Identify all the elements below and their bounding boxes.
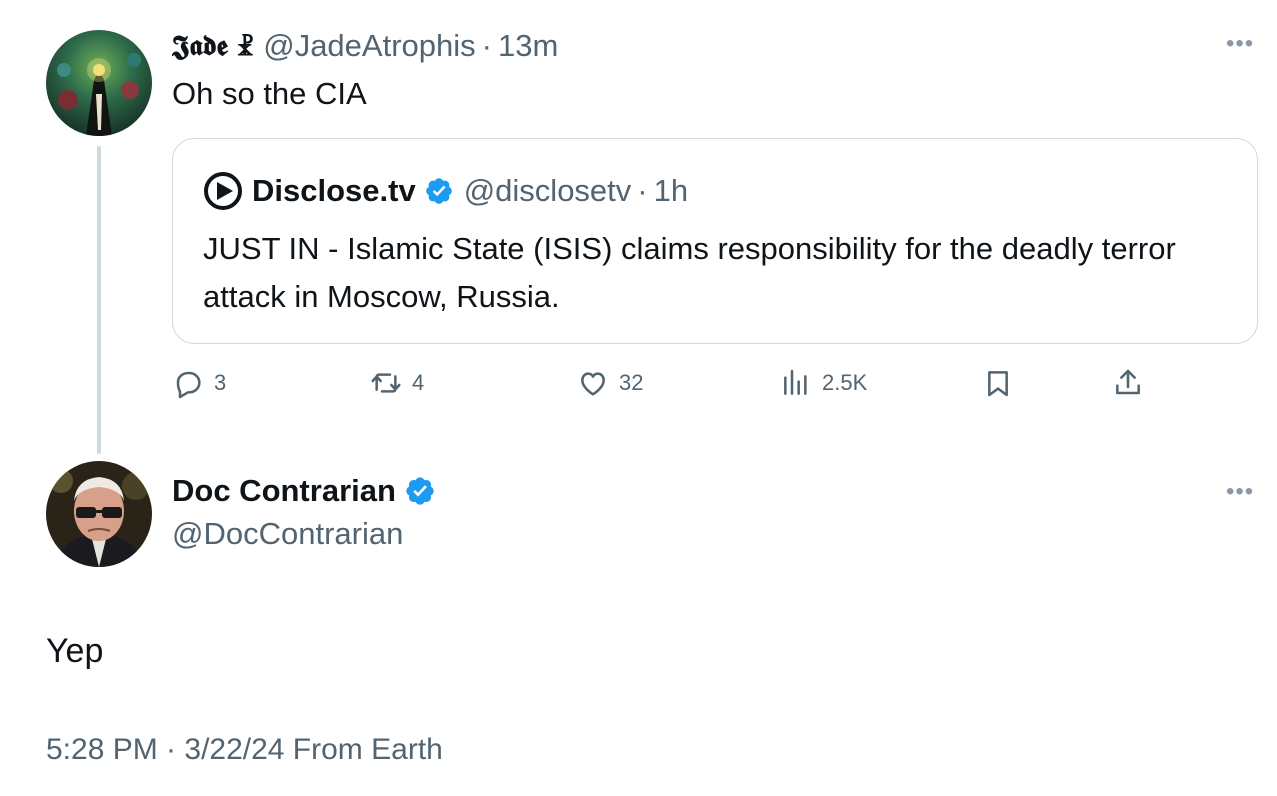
reply-tweet-text: Yep	[46, 632, 104, 670]
separator-dot: ·	[481, 28, 492, 63]
verified-badge-icon	[425, 178, 452, 204]
reply-author-handle[interactable]: @DocContrarian	[172, 516, 403, 552]
like-count: 32	[619, 370, 644, 395]
author-name[interactable]: 𝕵𝖆𝖉𝖊 ☧	[172, 29, 253, 63]
reply-author-row: Doc Contrarian	[172, 473, 436, 509]
more-options-icon[interactable]: •••	[1226, 478, 1254, 506]
views-button[interactable]: 2.5K	[780, 363, 867, 403]
heart-icon	[581, 372, 605, 396]
share-button[interactable]	[1112, 363, 1144, 403]
repost-button[interactable]: 4	[370, 363, 424, 403]
separator-dot: ·	[637, 173, 648, 208]
reply-icon	[176, 371, 201, 399]
verified-badge-icon	[406, 477, 434, 505]
tweet-header: 𝕵𝖆𝖉𝖊 ☧ @JadeAtrophis · 13m	[172, 26, 558, 66]
quoted-tweet-text: JUST IN - Islamic State (ISIS) claims re…	[203, 231, 1176, 314]
reply-tweet-metadata: 5:28 PM · 3/22/24 From Earth	[46, 733, 443, 766]
quoted-tweet-card[interactable]: Disclose.tv @disclosetv · 1h JUST IN - I…	[172, 138, 1258, 344]
avatar-jade[interactable]	[46, 30, 152, 136]
thread-connector-line	[97, 146, 101, 454]
quoted-author-name: Disclose.tv	[252, 173, 416, 208]
more-options-icon[interactable]: •••	[1226, 30, 1254, 58]
disclose-logo-icon	[204, 172, 242, 210]
author-handle[interactable]: @JadeAtrophis	[263, 28, 475, 64]
reply-author-name[interactable]: Doc Contrarian	[172, 473, 396, 509]
tweet-text: Oh so the CIA	[172, 76, 367, 111]
like-button[interactable]: 32	[577, 363, 643, 403]
avatar-doc-contrarian[interactable]	[46, 461, 152, 567]
repost-count: 4	[412, 370, 425, 395]
bookmark-icon	[988, 371, 1008, 397]
quoted-tweet-timestamp: 1h	[653, 173, 689, 208]
repost-icon	[371, 373, 401, 393]
share-icon	[1116, 369, 1140, 395]
reply-count: 3	[214, 370, 227, 395]
bookmark-button[interactable]	[982, 363, 1014, 403]
quoted-author-handle: @disclosetv	[463, 173, 632, 208]
tweet-timestamp[interactable]: 13m	[498, 28, 558, 64]
view-count: 2.5K	[822, 370, 868, 395]
analytics-icon	[784, 369, 807, 395]
quoted-tweet-header: Disclose.tv @disclosetv · 1h	[203, 169, 688, 213]
reply-button[interactable]: 3	[172, 363, 226, 403]
